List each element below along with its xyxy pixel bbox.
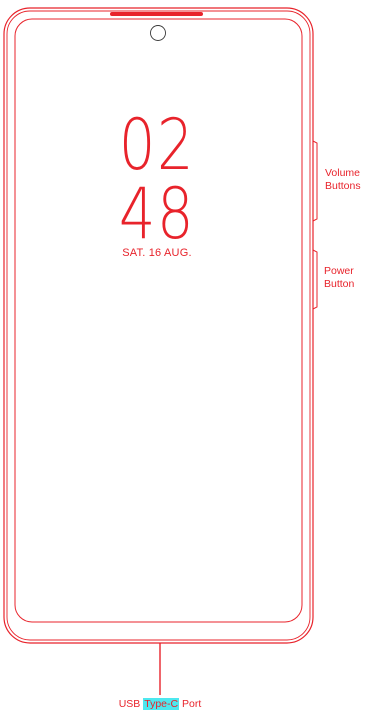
usb-label-highlight: Type-C xyxy=(143,698,180,710)
usb-label-suffix: Port xyxy=(182,698,202,710)
front-camera xyxy=(150,25,166,41)
clock-hours: 02 xyxy=(118,104,196,186)
clock-minutes: 48 xyxy=(118,173,196,255)
earpiece-speaker xyxy=(110,12,203,16)
power-label-line-1: Power xyxy=(324,265,354,277)
usb-port-label: USB Type-C Port xyxy=(0,698,320,711)
volume-buttons-label: Volume Buttons xyxy=(325,167,369,193)
clock-date: SAT. 16 AUG. xyxy=(122,247,192,259)
power-label-line-2: Button xyxy=(324,278,355,290)
volume-label-line-1: Volume xyxy=(325,167,361,179)
usb-label-prefix: USB xyxy=(118,698,141,710)
power-button-label: Power Button xyxy=(324,265,368,291)
volume-label-line-2: Buttons xyxy=(325,180,361,192)
